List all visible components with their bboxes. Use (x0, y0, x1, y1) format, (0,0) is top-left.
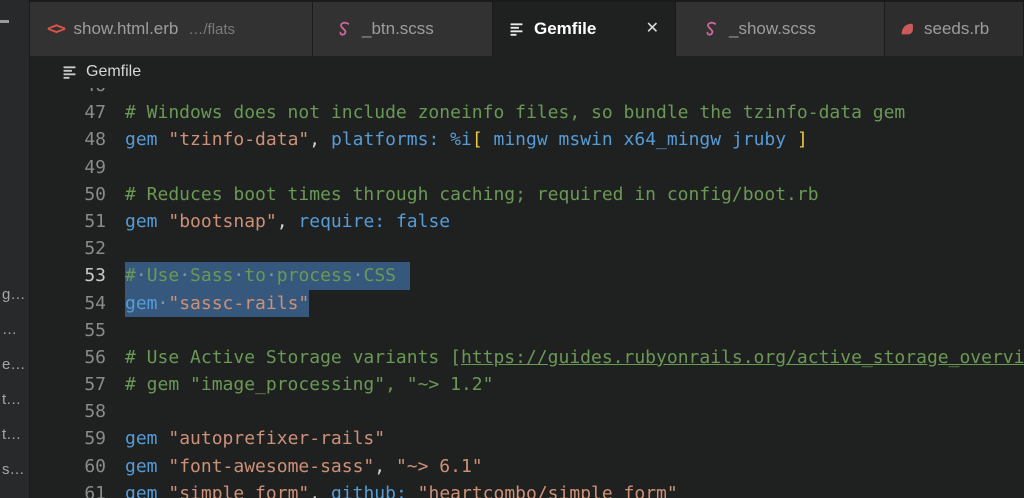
code-line[interactable]: 60 gem "font-awesome-sass", "~> 6.1" (30, 453, 1024, 480)
line-number[interactable]: 54 (30, 290, 106, 317)
breadcrumb: Gemfile (30, 56, 1024, 88)
line-content: gem "tzinfo-data", platforms: %i[ mingw … (125, 129, 808, 151)
line-number[interactable]: 48 (30, 126, 106, 153)
lines-icon (509, 21, 525, 37)
line-number[interactable]: 49 (30, 154, 106, 181)
line-content: # gem "image_processing", "~> 1.2" (125, 374, 494, 396)
line-content: gem "bootsnap", require: false (125, 210, 451, 232)
tab-seeds-rb[interactable]: seeds.rb (885, 2, 1024, 56)
line-number[interactable]: 50 (30, 181, 106, 208)
code-line[interactable]: 50 # Reduces boot times through caching; … (30, 181, 1024, 208)
tab-show-html-erb[interactable]: <> show.html.erb …/flats (30, 2, 313, 56)
line-content: gem "simple_form", github: "heartcombo/s… (125, 482, 678, 498)
line-content: gem "font-awesome-sass", "~> 6.1" (125, 455, 483, 477)
tab-btn-scss[interactable]: _btn.scss (313, 2, 493, 56)
line-content: # Windows does not include zoneinfo file… (125, 102, 906, 124)
tree-item-fragment[interactable]: … (2, 321, 17, 339)
line-number[interactable]: 51 (30, 208, 106, 235)
line-number[interactable]: 47 (30, 99, 106, 126)
explorer-sidebar[interactable]: g… … e… t… t… s… (0, 0, 30, 498)
ruby-icon (899, 21, 915, 37)
code-line[interactable]: 53 #·Use·Sass·to·process·CSS (30, 262, 1024, 290)
code-line[interactable]: 46 (30, 88, 1024, 99)
code-line[interactable]: 52 (30, 235, 1024, 262)
code-line[interactable]: 47 # Windows does not include zoneinfo fi… (30, 99, 1024, 126)
code-lines: 4647 # Windows does not include zoneinfo … (30, 88, 1024, 498)
vscode-window: g… … e… t… t… s… <> show.html.erb …/flats _btn.s… (0, 0, 1024, 498)
line-number[interactable]: 60 (30, 453, 106, 480)
editor-group: <> show.html.erb …/flats _btn.scss Gemfile ✕ _… (30, 0, 1024, 498)
code-line[interactable]: 55 (30, 317, 1024, 344)
code-editor[interactable]: 4647 # Windows does not include zoneinfo … (30, 88, 1024, 498)
code-line[interactable]: 58 (30, 398, 1024, 425)
line-content: gem "autoprefixer-rails" (125, 428, 386, 450)
line-number[interactable]: 46 (30, 88, 106, 99)
breadcrumb-item-file[interactable]: Gemfile (86, 63, 141, 81)
close-icon[interactable]: ✕ (644, 21, 661, 37)
tab-show-scss[interactable]: _show.scss (676, 2, 885, 56)
line-number[interactable]: 55 (30, 317, 106, 344)
line-number[interactable]: 52 (30, 235, 106, 262)
tree-item-fragment[interactable]: e… (2, 356, 25, 374)
sass-icon (702, 20, 720, 38)
tree-item-fragment (0, 20, 9, 23)
code-line[interactable]: 49 (30, 154, 1024, 181)
selection-highlight: gem·"sassc-rails" (125, 289, 310, 317)
line-number[interactable]: 59 (30, 425, 106, 452)
line-content: gem·"sassc-rails" (125, 289, 310, 317)
code-line[interactable]: 56 # Use Active Storage variants [https:/… (30, 344, 1024, 371)
tab-bar: <> show.html.erb …/flats _btn.scss Gemfile ✕ _… (30, 0, 1024, 56)
sass-icon (335, 20, 353, 38)
code-icon: <> (47, 19, 66, 39)
line-content: # Reduces boot times through caching; re… (125, 183, 819, 205)
line-content: # Use Active Storage variants [https://g… (125, 346, 1024, 368)
lines-icon (62, 64, 78, 80)
line-content: #·Use·Sass·to·process·CSS (125, 262, 410, 290)
code-line[interactable]: 59 gem "autoprefixer-rails" (30, 425, 1024, 452)
tree-item-fragment[interactable]: s… (2, 461, 25, 479)
tab-label: show.html.erb (73, 19, 179, 38)
tree-item-fragment[interactable]: t… (2, 426, 21, 444)
tree-item-fragment[interactable]: t… (2, 391, 21, 409)
tab-description: …/flats (188, 20, 236, 38)
line-number[interactable]: 57 (30, 371, 106, 398)
line-number[interactable]: 61 (30, 480, 106, 498)
tab-label: Gemfile (534, 19, 597, 38)
code-line[interactable]: 51 gem "bootsnap", require: false (30, 208, 1024, 235)
tree-item-fragment[interactable]: g… (2, 286, 25, 304)
line-number[interactable]: 53 (30, 262, 106, 289)
tab-label: _show.scss (729, 19, 816, 38)
selection-highlight: #·Use·Sass·to·process·CSS (125, 262, 410, 290)
tab-gemfile[interactable]: Gemfile ✕ (493, 2, 676, 56)
code-line[interactable]: 54 gem·"sassc-rails" (30, 289, 1024, 317)
tab-label: _btn.scss (362, 19, 434, 38)
line-number[interactable]: 58 (30, 398, 106, 425)
code-line[interactable]: 61 gem "simple_form", github: "heartcombo… (30, 480, 1024, 498)
tab-label: seeds.rb (924, 19, 990, 38)
line-number[interactable]: 56 (30, 344, 106, 371)
code-line[interactable]: 57 # gem "image_processing", "~> 1.2" (30, 371, 1024, 398)
code-line[interactable]: 48 gem "tzinfo-data", platforms: %i[ ming… (30, 126, 1024, 153)
